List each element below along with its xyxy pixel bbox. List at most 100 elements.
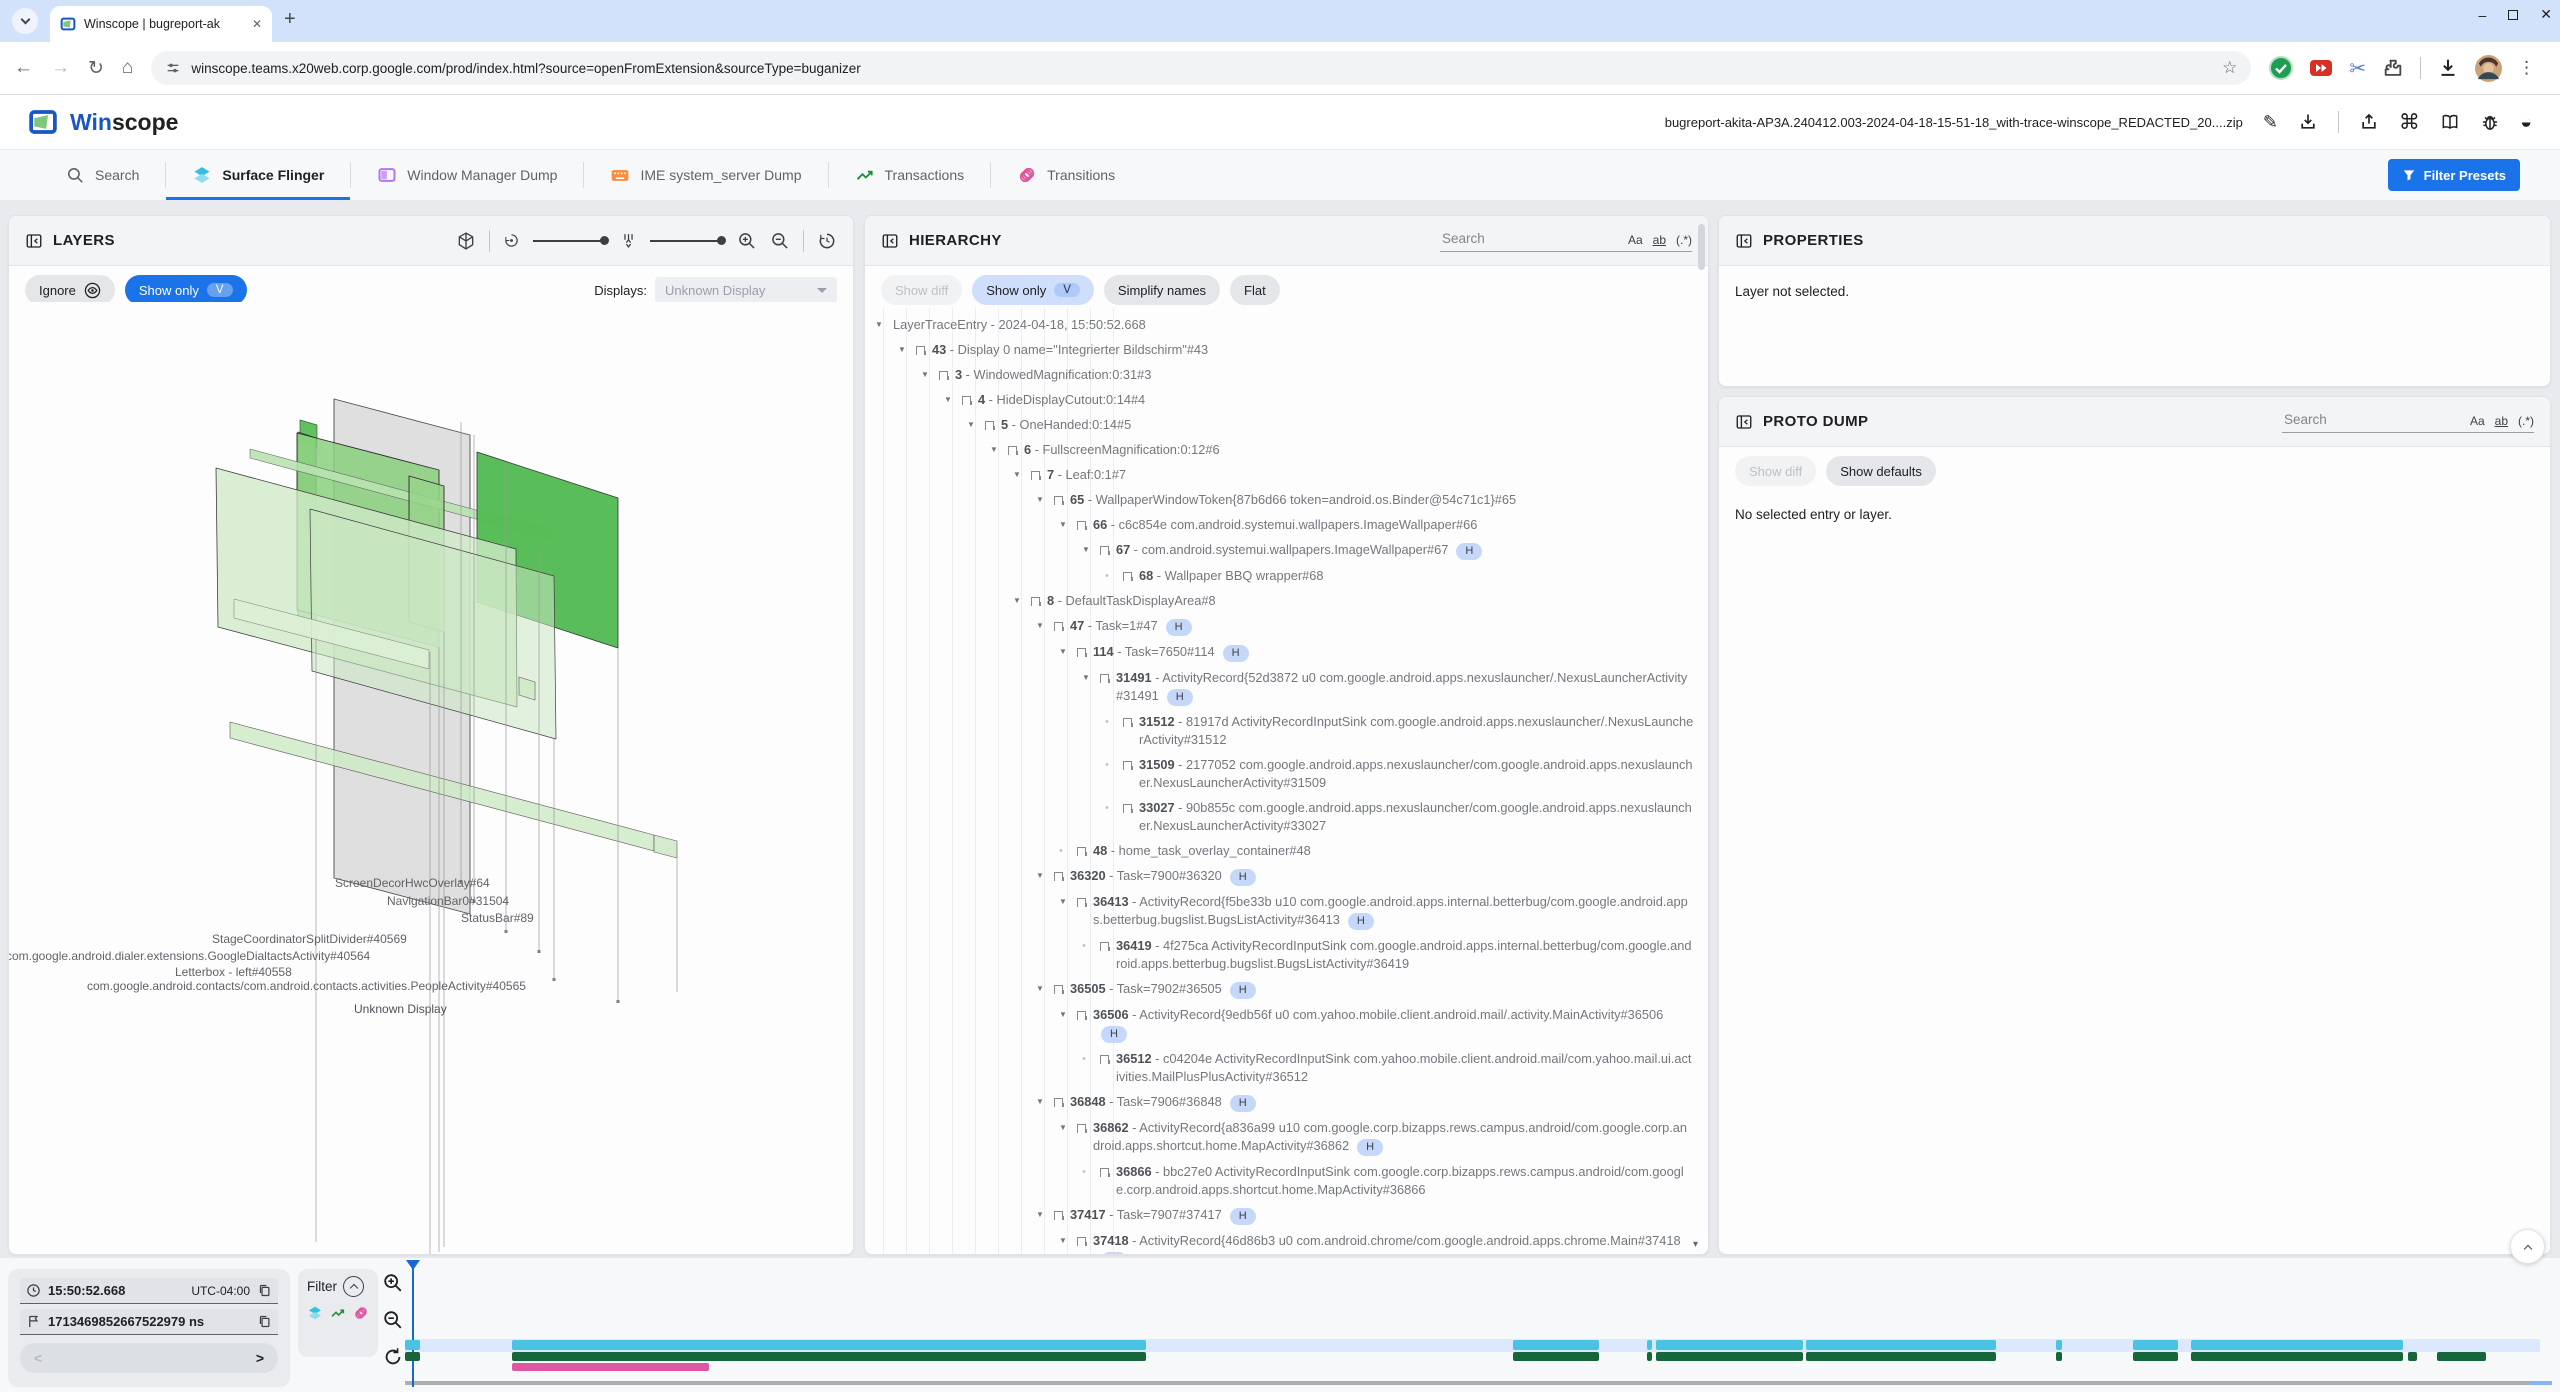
tab-transitions[interactable]: Transitions: [991, 150, 1141, 200]
hierarchy-search-input[interactable]: [1440, 230, 1618, 247]
expand-chevron-icon[interactable]: ▼: [898, 341, 916, 359]
show-diff-button[interactable]: Show diff: [1735, 456, 1816, 486]
match-case-button[interactable]: Aa: [2470, 414, 2485, 428]
prev-entry-button[interactable]: <: [34, 1350, 42, 1366]
zoom-in-icon[interactable]: [737, 231, 757, 251]
expand-chevron-icon[interactable]: ▼: [1059, 643, 1077, 661]
expand-chevron-icon[interactable]: ▼: [1059, 893, 1077, 911]
trace-segment-sf[interactable]: [1806, 1340, 1996, 1350]
home-button[interactable]: ⌂: [122, 57, 133, 79]
ns-time-field[interactable]: 1713469852667522979 ns: [20, 1309, 278, 1335]
extension-scissors-icon[interactable]: ✂: [2349, 56, 2366, 81]
address-bar[interactable]: winscope.teams.x20web.corp.google.com/pr…: [151, 51, 2251, 85]
rotation-slider[interactable]: [533, 240, 607, 242]
layer-label[interactable]: StageCoordinatorSplitDivider#40569: [212, 932, 407, 946]
tab-ime-system-server[interactable]: IME system_server Dump: [584, 150, 827, 200]
trace-segment-transactions[interactable]: [1806, 1352, 1996, 1361]
window-close-button[interactable]: ✕: [2540, 6, 2552, 23]
expand-chevron-icon[interactable]: ▼: [1036, 1093, 1054, 1111]
expand-chevron-icon[interactable]: ▼: [1036, 1206, 1054, 1224]
timeline-zoom-out-icon[interactable]: [382, 1309, 404, 1331]
timeline-cursor[interactable]: [412, 1260, 414, 1387]
tab-search[interactable]: Search: [40, 150, 165, 200]
avatar[interactable]: [2475, 55, 2502, 82]
expand-chevron-icon[interactable]: ▼: [1036, 617, 1054, 635]
tree-row[interactable]: ▼36320 - Task=7900#36320H: [865, 863, 1708, 889]
expand-chevron-icon[interactable]: ▼: [1036, 867, 1054, 885]
expand-chevron-icon[interactable]: ▼: [1013, 466, 1031, 484]
tree-row[interactable]: ▼7 - Leaf:0:1#7: [865, 462, 1708, 487]
trace-segment-sf[interactable]: [2133, 1340, 2178, 1350]
expand-chevron-icon[interactable]: ▼: [990, 441, 1008, 459]
copy-icon[interactable]: [257, 1283, 272, 1298]
tab-search-button[interactable]: [12, 8, 38, 34]
expand-chevron-icon[interactable]: ▼: [1082, 541, 1100, 559]
layer-label[interactable]: Letterbox - left#40558: [175, 965, 292, 979]
flat-button[interactable]: Flat: [1230, 275, 1280, 305]
3d-view-icon[interactable]: [456, 231, 476, 251]
tree-row[interactable]: ▼LayerTraceEntry - 2024-04-18, 15:50:52.…: [865, 312, 1708, 337]
simplify-names-button[interactable]: Simplify names: [1104, 275, 1220, 305]
trace-segment-transactions[interactable]: [405, 1352, 420, 1361]
spacing-slider[interactable]: [650, 240, 724, 242]
browser-tab[interactable]: Winscope | bugreport-ak ✕: [50, 6, 272, 42]
transitions-trace-icon[interactable]: [353, 1305, 369, 1321]
expand-chevron-icon[interactable]: ▼: [944, 391, 962, 409]
tree-row[interactable]: ▼36413 - ActivityRecord{f5be33b u10 com.…: [865, 889, 1708, 933]
expand-chevron-icon[interactable]: ▼: [921, 366, 939, 384]
scroll-down-icon[interactable]: ▾: [1693, 1239, 1698, 1250]
downloads-icon[interactable]: [2437, 57, 2459, 79]
tree-row[interactable]: ▼36506 - ActivityRecord{9edb56f u0 com.y…: [865, 1002, 1708, 1046]
tab-transactions[interactable]: Transactions: [829, 150, 991, 200]
report-bug-icon[interactable]: [2480, 112, 2500, 132]
trace-segment-transactions[interactable]: [2133, 1352, 2178, 1361]
expand-chevron-icon[interactable]: ▼: [1082, 669, 1100, 687]
expand-chevron-icon[interactable]: ▼: [1036, 980, 1054, 998]
tab-window-manager[interactable]: Window Manager Dump: [351, 150, 583, 200]
transactions-trace-icon[interactable]: [330, 1305, 346, 1321]
proto-search-input[interactable]: [2282, 411, 2460, 428]
extension-check-icon[interactable]: [2269, 56, 2293, 80]
tree-row[interactable]: ▼4 - HideDisplayCutout:0:14#4: [865, 387, 1708, 412]
trace-segment-transitions[interactable]: [512, 1363, 709, 1371]
tree-row[interactable]: ▼3 - WindowedMagnification:0:31#3: [865, 362, 1708, 387]
expand-chevron-icon[interactable]: ▼: [1013, 592, 1031, 610]
layer-label[interactable]: StatusBar#89: [461, 911, 534, 925]
timeline-scrollbar[interactable]: [405, 1381, 2552, 1385]
tree-row[interactable]: •31512 - 81917d ActivityRecordInputSink …: [865, 709, 1708, 752]
tree-row[interactable]: ▼37417 - Task=7907#37417H: [865, 1202, 1708, 1228]
hierarchy-scrollbar[interactable]: [1698, 224, 1705, 270]
trace-segment-sf[interactable]: [1513, 1340, 1599, 1350]
bookmark-star-icon[interactable]: ☆: [2222, 58, 2237, 78]
tree-row[interactable]: ▼66 - c6c854e com.android.systemui.wallp…: [865, 512, 1708, 537]
keyboard-shortcuts-icon[interactable]: ⌘: [2399, 110, 2420, 135]
expand-chevron-icon[interactable]: ▼: [1059, 1006, 1077, 1024]
trace-segment-transactions[interactable]: [1647, 1352, 1652, 1361]
forward-button[interactable]: →: [51, 57, 70, 79]
show-only-v-button[interactable]: Show only V: [125, 275, 247, 305]
window-maximize-button[interactable]: [2508, 10, 2518, 20]
documentation-icon[interactable]: [2440, 112, 2460, 132]
window-minimize-button[interactable]: –: [2478, 7, 2486, 23]
tree-row[interactable]: ▼43 - Display 0 name="Integrierter Bilds…: [865, 337, 1708, 362]
next-entry-button[interactable]: >: [256, 1350, 264, 1366]
tree-row[interactable]: •33027 - 90b855c com.google.android.apps…: [865, 795, 1708, 838]
tree-row[interactable]: •36419 - 4f275ca ActivityRecordInputSink…: [865, 933, 1708, 976]
tree-row[interactable]: ▼67 - com.android.systemui.wallpapers.Im…: [865, 537, 1708, 563]
filter-presets-button[interactable]: Filter Presets: [2388, 159, 2520, 191]
zoom-out-icon[interactable]: [770, 231, 790, 251]
show-diff-button[interactable]: Show diff: [881, 275, 962, 305]
expand-chevron-icon[interactable]: ▼: [1059, 516, 1077, 534]
sf-trace-icon[interactable]: [307, 1305, 323, 1321]
tree-row[interactable]: ▼36848 - Task=7906#36848H: [865, 1089, 1708, 1115]
tree-row[interactable]: ▼36862 - ActivityRecord{a836a99 u10 com.…: [865, 1115, 1708, 1159]
layer-label[interactable]: NavigationBar0#31504: [387, 894, 509, 908]
back-button[interactable]: ←: [14, 57, 33, 79]
trace-segment-sf[interactable]: [512, 1340, 1146, 1350]
tree-row[interactable]: ▼36505 - Task=7902#36505H: [865, 976, 1708, 1002]
copy-icon[interactable]: [257, 1314, 272, 1329]
tree-row[interactable]: ▼8 - DefaultTaskDisplayArea#8: [865, 588, 1708, 613]
extensions-puzzle-icon[interactable]: [2382, 57, 2404, 79]
layer-label[interactable]: com.google.android.contacts/com.android.…: [87, 979, 526, 993]
timeline-zoom-in-icon[interactable]: [382, 1272, 404, 1294]
